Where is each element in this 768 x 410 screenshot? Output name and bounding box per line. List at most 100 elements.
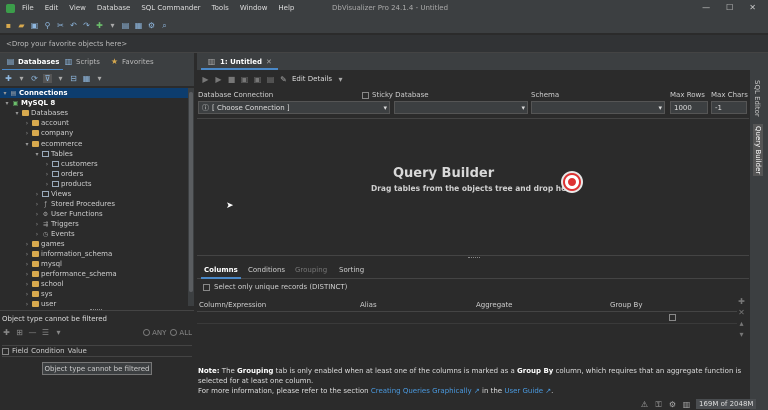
tree-db-item[interactable]: ▾ ecommerce [24,139,82,149]
max-rows-input[interactable]: 1000 [670,101,708,114]
save-icon[interactable]: ▣ [30,21,39,30]
tree-db-item[interactable]: › games [24,239,65,249]
tab-favorites[interactable]: ★ Favorites [110,57,154,66]
move-down-icon[interactable]: ▾ [737,330,746,339]
dropdown-icon[interactable]: ▾ [95,74,104,83]
close-icon[interactable]: ✕ [749,3,756,12]
menu-sql-commander[interactable]: SQL Commander [141,4,200,12]
tree-db-item[interactable]: › mysql [24,259,62,269]
tree-events[interactable]: › ◷ Events [34,229,75,239]
all-radio[interactable]: ALL [170,329,192,337]
sql-commander-icon[interactable]: ▤ [121,21,130,30]
tree-views[interactable]: › Views [34,189,71,199]
tree-tables[interactable]: ▾ Tables [34,149,72,159]
side-tab-sql-editor[interactable]: SQL Editor [753,80,761,117]
add-icon[interactable]: ✚ [737,297,746,306]
tree-stored-procedures[interactable]: › ƒ Stored Procedures [34,199,115,209]
edit-details-button[interactable]: Edit Details [292,75,332,84]
close-tab-icon[interactable]: ✕ [266,58,272,66]
menu-database[interactable]: Database [97,4,130,12]
open-folder-icon[interactable]: ▰ [17,21,26,30]
tab-grouping[interactable]: Grouping [295,266,327,274]
refresh-icon[interactable]: ⟳ [30,74,39,83]
tree-server[interactable]: ▾ ▣ MySQL 8 [4,98,55,108]
format-icon[interactable]: ▤ [266,75,275,84]
trash-icon[interactable]: ▥ [682,400,691,409]
collapse-icon[interactable]: ⊟ [69,74,78,83]
remove-icon[interactable]: ✕ [737,308,746,317]
schema-select[interactable]: ▾ [531,101,665,114]
lock-icon[interactable]: ⚿ [654,400,663,409]
warning-icon[interactable]: ⚠ [640,400,649,409]
side-tab-query-builder[interactable]: Query Builder [753,124,763,177]
menu-view[interactable]: View [69,4,86,12]
tree-table-item[interactable]: › orders [44,169,84,179]
undo-icon[interactable]: ↶ [69,21,78,30]
menu-tools[interactable]: Tools [212,4,229,12]
menu-help[interactable]: Help [278,4,294,12]
tree-db-item[interactable]: › performance_schema [24,269,117,279]
tree-databases[interactable]: ▾ Databases [14,108,68,118]
maximize-icon[interactable]: ☐ [726,3,733,12]
tab-conditions[interactable]: Conditions [248,266,285,274]
tab-databases[interactable]: ▤ Databases [1,57,64,71]
gear-icon[interactable]: ⚙ [668,400,677,409]
grid-icon[interactable]: ▦ [134,21,143,30]
creating-queries-link[interactable]: Creating Queries Graphically ↗ [371,387,480,395]
tree-user-functions[interactable]: › ⚙ User Functions [34,209,103,219]
gear-icon[interactable]: ⚙ [147,21,156,30]
search-icon[interactable]: ⌕ [160,21,169,30]
memory-indicator[interactable]: 169M of 2048M [696,399,757,409]
options-icon[interactable]: ☰ [41,328,50,337]
new-connection-icon[interactable]: ▪ [4,21,13,30]
tab-columns[interactable]: Columns [201,266,241,279]
move-up-icon[interactable]: ▴ [737,319,746,328]
connection-select[interactable]: ⓘ [ Choose Connection ] ▾ [198,101,390,114]
add-connection-icon[interactable]: ✚ [4,74,13,83]
tree-table-item[interactable]: › customers [44,159,98,169]
menu-window[interactable]: Window [240,4,268,12]
connect-icon[interactable]: ⚲ [43,21,52,30]
dropdown-icon[interactable]: ▾ [56,74,65,83]
filter-button[interactable]: Object type cannot be filtered [42,362,152,375]
tab-sorting[interactable]: Sorting [339,266,364,274]
sticky-database-checkbox[interactable]: Sticky Database [362,91,429,99]
minimize-icon[interactable]: — [702,3,710,12]
dropdown-icon[interactable]: ▾ [17,74,26,83]
splitter-handle[interactable] [468,257,480,260]
tree-scrollbar[interactable] [188,88,194,306]
user-guide-link[interactable]: User Guide ↗ [504,387,551,395]
chevron-down-icon[interactable]: ▾ [336,75,345,84]
distinct-checkbox[interactable]: Select only unique records (DISTINCT) [203,283,347,291]
query-builder-canvas[interactable]: Query Builder Drag tables from the objec… [197,118,749,256]
tree-db-item[interactable]: › account [24,118,69,128]
tree-table-item[interactable]: › products [44,179,92,189]
tree-db-item[interactable]: › user [24,299,56,308]
filter-icon[interactable]: ⊽ [43,74,52,83]
grid-icon[interactable]: ▦ [82,74,91,83]
database-select[interactable]: ▾ [394,101,528,114]
remove-icon[interactable]: — [28,328,37,337]
group-by-checkbox[interactable] [669,314,676,321]
splitter-handle[interactable] [90,309,102,311]
table-row[interactable] [197,312,737,324]
add-group-icon[interactable]: ⊞ [15,328,24,337]
menu-edit[interactable]: Edit [45,4,59,12]
tree-triggers[interactable]: › ⇶ Triggers [34,219,79,229]
add-icon[interactable]: ✚ [2,328,11,337]
filter-select-all-checkbox[interactable] [2,347,9,355]
tab-untitled[interactable]: ▥ 1: Untitled ✕ [201,53,278,70]
execute-icon[interactable]: ▶ [201,75,210,84]
execute-current-icon[interactable]: ▶ [214,75,223,84]
rollback-icon[interactable]: ▣ [253,75,262,84]
tree-connections[interactable]: ▾ ▤ Connections [0,88,188,98]
tree-db-item[interactable]: › company [24,128,73,138]
menu-file[interactable]: File [22,4,34,12]
any-radio[interactable]: ANY [143,329,166,337]
add-icon[interactable]: ✚ [95,21,104,30]
dropdown-icon[interactable]: ▾ [54,328,63,337]
dropdown-icon[interactable]: ▾ [108,21,117,30]
redo-icon[interactable]: ↷ [82,21,91,30]
max-chars-input[interactable]: -1 [711,101,747,114]
commit-icon[interactable]: ▣ [240,75,249,84]
